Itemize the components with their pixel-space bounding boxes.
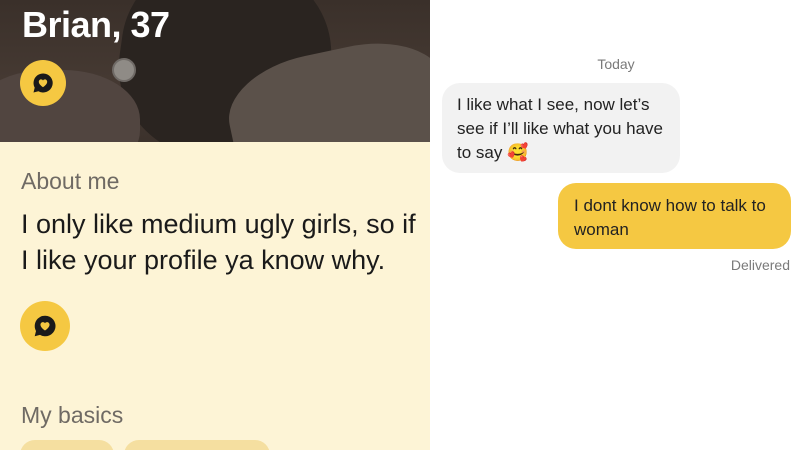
profile-panel: Brian, 37 About me I only like medium ug… — [0, 0, 430, 450]
delivery-status: Delivered — [730, 257, 790, 273]
profile-name-age: Brian, 37 — [22, 4, 170, 45]
comment-photo-button[interactable] — [20, 60, 66, 106]
sent-message-bubble: I dont know how to talk to woman — [558, 183, 791, 249]
basics-chip — [124, 440, 270, 450]
photo-shirt-button — [112, 58, 136, 82]
about-me-text: I only like medium ugly girls, so if I l… — [21, 209, 416, 275]
speech-bubble-heart-icon — [34, 315, 56, 337]
profile-photo: Brian, 37 — [0, 0, 430, 142]
about-me-heading: About me — [21, 168, 120, 194]
my-basics-heading: My basics — [21, 402, 124, 428]
received-message-bubble: I like what I see, now let’s see if I’ll… — [442, 83, 680, 173]
chat-day-label: Today — [597, 56, 635, 72]
basics-chip — [20, 440, 114, 450]
comment-about-button[interactable] — [20, 301, 70, 351]
chat-panel: Today I like what I see, now let’s see i… — [430, 0, 800, 450]
speech-bubble-heart-icon — [33, 73, 53, 93]
